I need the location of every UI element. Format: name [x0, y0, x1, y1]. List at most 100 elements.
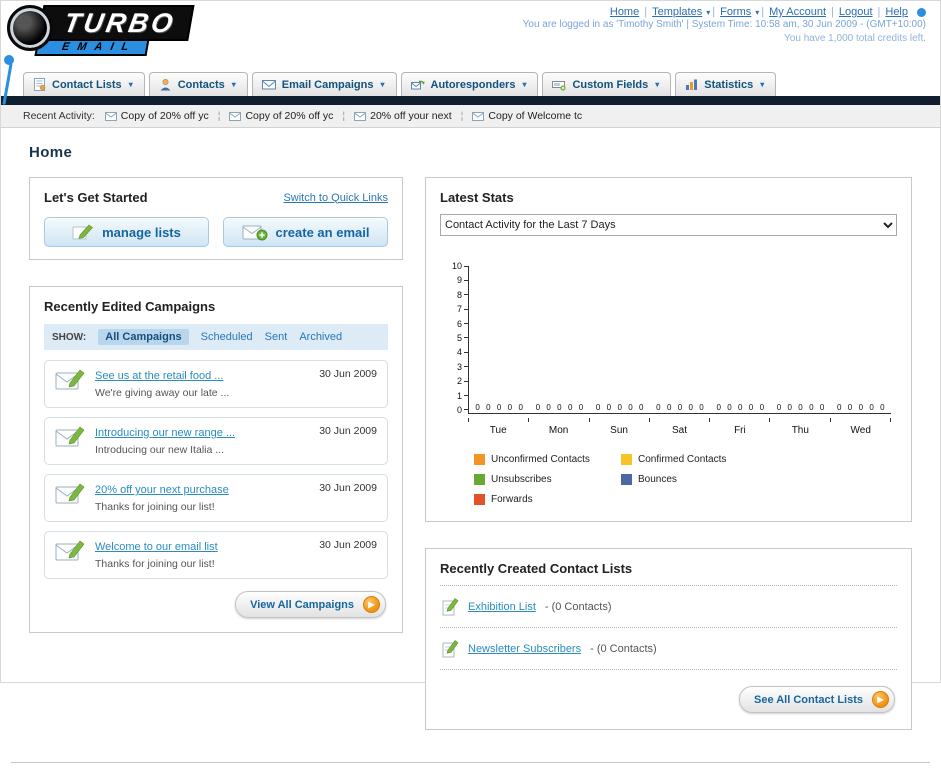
x-tick-label: Thu [791, 425, 809, 436]
campaign-title-link[interactable]: Introducing our new range ... [95, 427, 235, 439]
get-started-panel: Let's Get Started Switch to Quick Links … [29, 177, 403, 260]
blue-dot-icon [917, 7, 926, 17]
envelope-icon [229, 111, 242, 121]
chevron-down-icon: ▾ [706, 7, 711, 17]
contact-list-row[interactable]: Newsletter Subscribers - (0 Contacts) [440, 628, 897, 670]
legend-label: Confirmed Contacts [638, 454, 727, 465]
credits-status: You have 1,000 total credits left. [784, 33, 926, 44]
tab-sent[interactable]: Sent [265, 331, 288, 343]
campaign-date: 30 Jun 2009 [319, 539, 377, 551]
x-tick-label: Sun [610, 425, 628, 436]
top-link-my-account[interactable]: My Account [769, 6, 826, 18]
recent-contact-lists-panel: Recently Created Contact Lists Exhibitio… [425, 548, 912, 730]
logo-swirl-icon [7, 5, 53, 51]
header-right: Home | Templates ▾ | Forms ▾ | My Account | Lo… [523, 6, 926, 46]
arrow-right-icon: ▶ [363, 596, 380, 613]
nav-tab-label: Contact Lists [52, 78, 122, 91]
campaign-title-link[interactable]: Welcome to our email list [95, 541, 218, 553]
campaign-subtitle: We're giving away our late ... [95, 387, 230, 399]
legend-label: Bounces [638, 474, 677, 485]
campaign-list: See us at the retail food ... We're givi… [44, 360, 388, 579]
nav-tab-email-campaigns[interactable]: Email Campaigns ▾ [251, 72, 397, 96]
contact-lists-icon [33, 78, 46, 91]
get-started-title: Let's Get Started [44, 190, 148, 205]
autoresponder-icon [410, 78, 425, 91]
chevron-down-icon: ▾ [231, 80, 236, 89]
show-label: SHOW: [52, 331, 87, 343]
value-label-group: 00000 [837, 403, 885, 412]
recent-activity-item[interactable]: Copy of 20% off yc [104, 110, 209, 122]
chevron-down-icon: ▾ [128, 80, 133, 89]
envelope-icon [472, 111, 485, 121]
contact-list-link[interactable]: Exhibition List [468, 601, 536, 613]
view-all-campaigns-button[interactable]: View All Campaigns ▶ [235, 591, 386, 618]
top-link-templates[interactable]: Templates [652, 6, 702, 18]
value-label-group: 00000 [475, 403, 523, 412]
recent-activity-item[interactable]: 20% off your next [354, 110, 452, 122]
envelope-icon [354, 111, 367, 121]
y-tick-label: 4 [457, 347, 468, 357]
nav-tab-statistics[interactable]: Statistics ▾ [675, 72, 777, 96]
pencil-paper-icon [442, 597, 459, 616]
envelope-pencil-icon [55, 424, 85, 448]
legend-label: Unsubscribes [491, 474, 552, 485]
top-link-logout[interactable]: Logout [839, 6, 873, 18]
envelope-icon [104, 111, 117, 121]
nav-tab-contact-lists[interactable]: Contact Lists ▾ [23, 72, 145, 96]
logo-subtitle: EMAIL [34, 41, 150, 56]
legend-swatch [474, 474, 485, 485]
recent-activity-item[interactable]: Copy of 20% off yc [229, 110, 333, 122]
campaign-row[interactable]: 20% off your next purchase Thanks for jo… [44, 474, 388, 522]
manage-lists-button[interactable]: manage lists [44, 217, 209, 247]
campaign-title-link[interactable]: See us at the retail food ... [95, 370, 223, 382]
chevron-down-icon: ▾ [760, 80, 765, 89]
top-link-help[interactable]: Help [885, 6, 908, 18]
contact-list-row[interactable]: Exhibition List - (0 Contacts) [440, 586, 897, 628]
nav-tab-custom-fields[interactable]: Custom Fields ▾ [542, 72, 672, 96]
value-label-group: 00000 [716, 403, 765, 412]
campaign-date: 30 Jun 2009 [319, 425, 377, 437]
envelope-plus-icon [242, 223, 268, 241]
tab-all-campaigns[interactable]: All Campaigns [98, 329, 189, 345]
campaign-row[interactable]: Introducing our new range ... Introducin… [44, 417, 388, 465]
value-label-group: 00000 [656, 403, 704, 412]
campaign-title-link[interactable]: 20% off your next purchase [95, 484, 229, 496]
tab-scheduled[interactable]: Scheduled [201, 331, 253, 343]
contact-activity-chart: 10 9 8 7 6 5 4 3 2 1 0 00000 00000 00000 00000 00000 00… [442, 261, 891, 505]
value-label-group: 00000 [776, 403, 825, 412]
x-tick-label: Tue [489, 425, 507, 436]
login-status: You are logged in as 'Timothy Smith' | S… [522, 19, 926, 30]
chart-y-axis: 10 9 8 7 6 5 4 3 2 1 0 [442, 261, 468, 415]
legend-swatch [474, 454, 485, 465]
recent-campaigns-panel: Recently Edited Campaigns SHOW: All Camp… [29, 286, 403, 633]
campaigns-title: Recently Edited Campaigns [44, 299, 216, 314]
see-all-contact-lists-button[interactable]: See All Contact Lists ▶ [738, 686, 895, 713]
top-link-home[interactable]: Home [610, 6, 639, 18]
nav-tab-label: Statistics [704, 78, 754, 91]
legend-label: Unconfirmed Contacts [491, 454, 590, 465]
switch-quick-links-link[interactable]: Switch to Quick Links [283, 192, 388, 204]
nav-divider-bar [1, 96, 940, 105]
campaign-row[interactable]: Welcome to our email list Thanks for joi… [44, 531, 388, 579]
legend-swatch [621, 454, 632, 465]
legend-swatch [621, 474, 632, 485]
top-link-forms[interactable]: Forms [720, 6, 751, 18]
envelope-icon [261, 78, 276, 91]
contact-list-count: - (0 Contacts) [590, 642, 657, 655]
nav-tab-label: Autoresponders [430, 78, 516, 91]
create-email-button[interactable]: create an email [223, 217, 388, 247]
tab-archived[interactable]: Archived [299, 331, 342, 343]
recent-activity-item[interactable]: Copy of Welcome tc [472, 110, 582, 122]
stats-period-select[interactable]: Contact Activity for the Last 7 Days [440, 214, 897, 236]
campaign-row[interactable]: See us at the retail food ... We're givi… [44, 360, 388, 408]
nav-tab-autoresponders[interactable]: Autoresponders ▾ [400, 72, 539, 96]
chevron-down-icon: ▾ [522, 80, 527, 89]
top-header: TURBO EMAIL Home | Templates ▾ | Forms ▾ | My… [1, 1, 940, 105]
value-label-group: 00000 [535, 403, 584, 412]
contact-list-link[interactable]: Newsletter Subscribers [468, 643, 581, 655]
chevron-down-icon: ▾ [655, 80, 660, 89]
main-content: Home Let's Get Started Switch to Quick L… [1, 128, 940, 756]
nav-tab-contacts[interactable]: Contacts ▾ [148, 72, 248, 96]
contacts-icon [159, 78, 172, 91]
x-tick-label: Mon [548, 425, 569, 436]
